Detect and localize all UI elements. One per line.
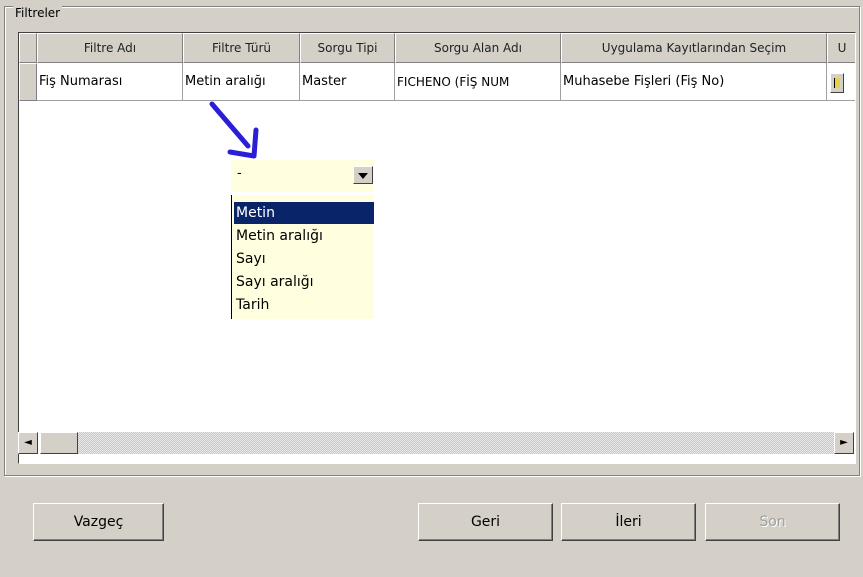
scroll-left-button[interactable]: ◄	[18, 432, 38, 454]
next-button[interactable]: İleri	[561, 503, 696, 541]
column-header-sorgu-alan-adi[interactable]: Sorgu Alan Adı	[395, 33, 561, 63]
filter-type-combobox[interactable]: -	[231, 160, 374, 192]
column-header-uygulama-kayitlari[interactable]: Uygulama Kayıtlarından Seçim	[561, 33, 827, 63]
dropdown-option-sayi-araligi[interactable]: Sayı aralığı	[234, 271, 374, 293]
cell-sorgu-tipi[interactable]: Master	[300, 63, 395, 101]
dropdown-option-metin-araligi[interactable]: Metin aralığı	[234, 225, 374, 247]
scroll-track[interactable]	[78, 432, 834, 454]
dropdown-option-metin[interactable]: Metin	[234, 202, 374, 224]
cell-uygulama-kayitlari[interactable]: Muhasebe Fişleri (Fiş No)	[561, 63, 827, 101]
dropdown-option-sayi[interactable]: Sayı	[234, 248, 374, 270]
cell-sorgu-alan-adi[interactable]: FICHENO (FİŞ NUM	[395, 63, 561, 101]
filters-group-title: Filtreler	[13, 6, 63, 20]
dropdown-option-tarih[interactable]: Tarih	[234, 294, 374, 316]
filter-type-dropdown-list[interactable]: Metin Metin aralığı Sayı Sayı aralığı Ta…	[231, 195, 374, 319]
scroll-right-button[interactable]: ►	[834, 432, 854, 454]
scroll-right-icon: ►	[840, 437, 848, 448]
ellipsis-lookup-button[interactable]	[830, 73, 844, 93]
back-button[interactable]: Geri	[418, 503, 553, 541]
lookup-icon	[834, 78, 840, 88]
cell-filtre-turu[interactable]: Metin aralığı	[183, 63, 300, 101]
column-header-filtre-adi[interactable]: Filtre Adı	[37, 33, 183, 63]
combobox-value: -	[237, 166, 242, 181]
row-indicator[interactable]	[19, 63, 37, 101]
chevron-down-icon[interactable]	[353, 166, 373, 184]
column-header-truncated[interactable]: U	[827, 33, 855, 63]
horizontal-scrollbar[interactable]: ◄ ►	[18, 432, 854, 454]
cancel-button[interactable]: Vazgeç	[33, 503, 164, 541]
column-header-filtre-turu[interactable]: Filtre Türü	[183, 33, 300, 63]
scroll-left-icon: ◄	[24, 437, 32, 448]
finish-button[interactable]: Son	[705, 503, 840, 541]
row-indicator-header	[19, 33, 37, 63]
scroll-thumb[interactable]	[40, 432, 78, 454]
cell-filtre-adi[interactable]: Fiş Numarası	[37, 63, 183, 101]
filters-grid[interactable]: Filtre Adı Filtre Türü Sorgu Tipi Sorgu …	[18, 32, 856, 464]
column-header-sorgu-tipi[interactable]: Sorgu Tipi	[300, 33, 395, 63]
annotation-arrow-icon	[209, 101, 259, 159]
